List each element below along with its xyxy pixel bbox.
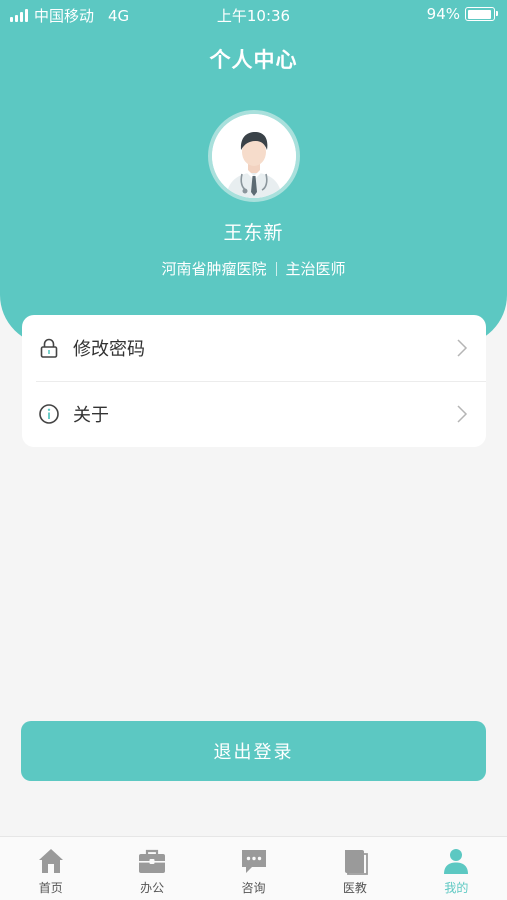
tab-education[interactable]: 医教 [304, 837, 405, 900]
menu-item-change-password[interactable]: 修改密码 [22, 315, 486, 381]
tab-home[interactable]: 首页 [0, 837, 101, 900]
battery-icon [465, 7, 498, 21]
chevron-right-icon [457, 339, 468, 357]
battery-percent: 94% [426, 5, 460, 23]
status-bar: 中国移动 4G 上午10:36 94% [0, 0, 507, 30]
tab-label: 咨询 [241, 881, 266, 895]
tab-label: 我的 [444, 881, 469, 895]
logout-button[interactable]: 退出登录 [21, 721, 486, 781]
menu-item-label: 修改密码 [73, 339, 145, 360]
lock-icon [40, 338, 58, 358]
avatar[interactable] [208, 110, 300, 202]
chat-icon [241, 850, 266, 873]
status-right: 94% [426, 5, 498, 23]
menu-item-label: 关于 [73, 405, 109, 426]
tab-label: 首页 [38, 881, 63, 895]
doctor-avatar-icon [212, 114, 296, 198]
briefcase-icon [139, 849, 166, 873]
home-icon [38, 849, 63, 873]
tab-bar: 首页 办公 咨询 医教 我的 [0, 836, 507, 900]
book-icon [344, 850, 368, 875]
tab-office[interactable]: 办公 [101, 837, 202, 900]
menu-item-about[interactable]: 关于 [22, 381, 486, 447]
tab-mine[interactable]: 我的 [406, 837, 507, 900]
meta-separator [275, 262, 277, 276]
chevron-right-icon [457, 405, 468, 423]
person-icon [444, 849, 469, 874]
menu-card: 修改密码 关于 [22, 315, 486, 447]
page-title: 个人中心 [209, 48, 298, 72]
tab-label: 办公 [140, 881, 165, 895]
info-icon [39, 404, 59, 424]
tab-label: 医教 [342, 881, 367, 895]
doctor-position: 主治医师 [285, 260, 346, 278]
tab-consult[interactable]: 咨询 [203, 837, 304, 900]
user-name: 王东新 [223, 222, 284, 244]
battery-fill [467, 9, 491, 19]
user-meta: 河南省肿瘤医院 主治医师 [0, 258, 507, 279]
hospital-name: 河南省肿瘤医院 [161, 260, 267, 278]
